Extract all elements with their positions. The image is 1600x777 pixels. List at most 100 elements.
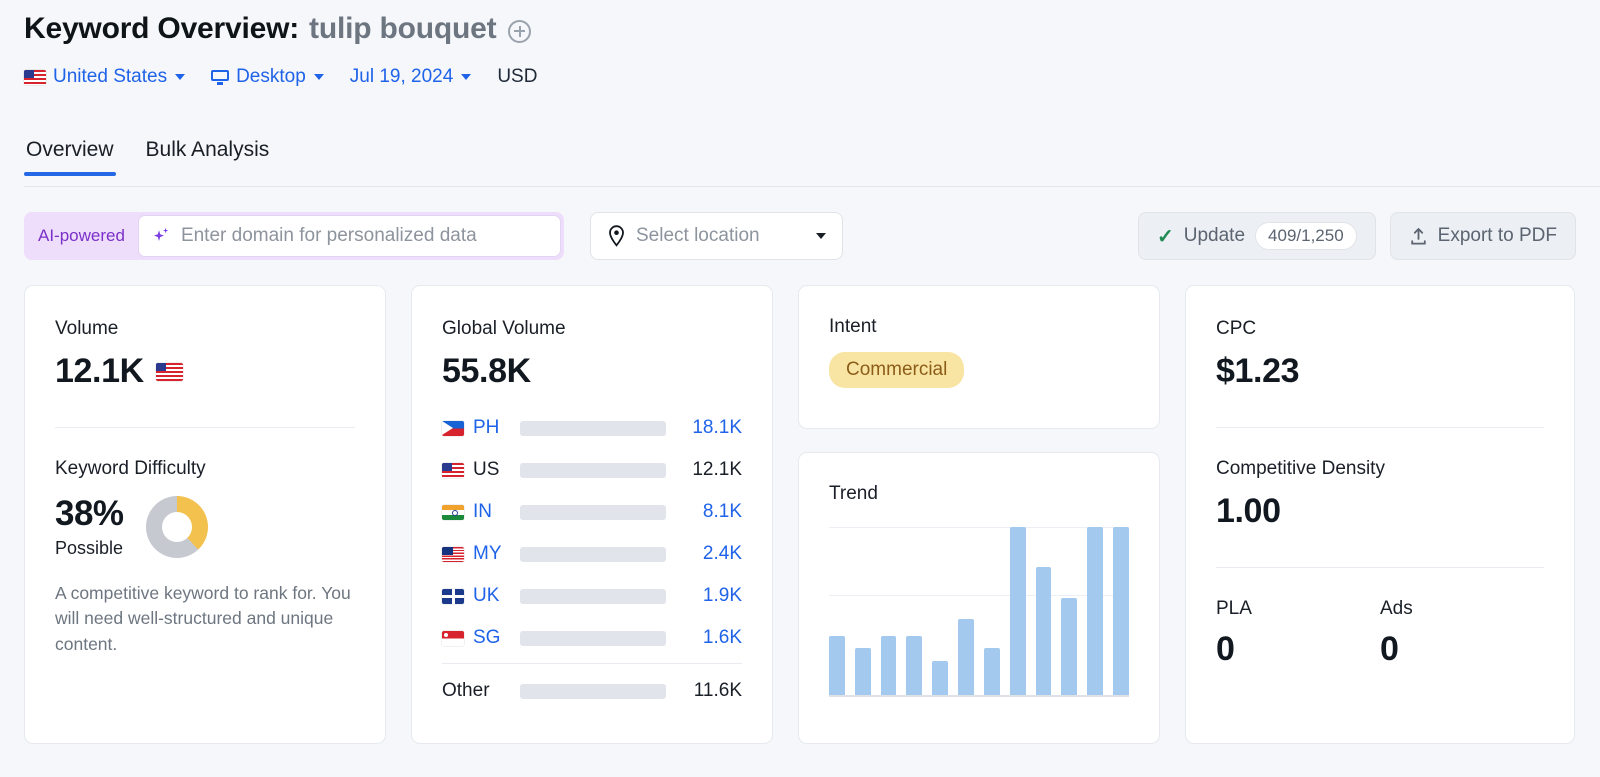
global-volume-row[interactable]: PH 18.1K: [442, 407, 742, 449]
country-value: 1.9K: [702, 585, 742, 606]
other-bar: [520, 683, 666, 699]
global-volume-country-list: PH 18.1K US 12.1K IN 8.1K MY 2.4K UK 1.9K SG 1.6K: [412, 391, 772, 659]
country-bar: [520, 462, 666, 478]
us-flag-icon: [155, 362, 183, 381]
trend-bar[interactable]: [854, 647, 871, 695]
currency-label: USD: [497, 66, 538, 87]
ads-value: 0: [1380, 630, 1399, 668]
tab-bulk-analysis[interactable]: Bulk Analysis: [144, 132, 272, 176]
country-code: UK: [473, 585, 500, 606]
cpc-value: $1.23: [1216, 352, 1300, 390]
device-selector[interactable]: Desktop: [211, 66, 324, 88]
us-flag-icon: [442, 462, 464, 478]
intent-label: Intent: [829, 316, 877, 337]
competitive-density-label: Competitive Density: [1216, 458, 1385, 479]
toolbar: AI-powered Enter domain for personalized…: [24, 212, 1576, 260]
tab-divider: [24, 186, 1600, 187]
domain-input-wrapper[interactable]: Enter domain for personalized data: [137, 215, 561, 257]
trend-bar[interactable]: [1009, 527, 1026, 695]
trend-bar-chart: [829, 527, 1129, 697]
toolbar-actions: ✓ Update 409/1,250 Export to PDF: [1137, 212, 1576, 260]
ai-powered-label: AI-powered: [38, 226, 125, 245]
keyword-overview-page: Keyword Overview: tulip bouquet United S…: [0, 0, 1600, 777]
chevron-down-icon: [816, 233, 826, 239]
keyword-difficulty-label: Keyword Difficulty: [55, 458, 206, 479]
cpc-card: CPC $1.23 Competitive Density 1.00 PLA 0…: [1185, 285, 1575, 744]
trend-bar[interactable]: [880, 636, 897, 695]
pla-value: 0: [1216, 630, 1235, 668]
check-icon: ✓: [1156, 225, 1174, 248]
sparkle-icon: [151, 226, 171, 246]
other-value: 11.6K: [693, 680, 742, 701]
cpc-label: CPC: [1216, 318, 1257, 339]
country-label: United States: [53, 66, 168, 87]
trend-bar[interactable]: [983, 647, 1000, 695]
global-volume-row[interactable]: UK 1.9K: [442, 575, 742, 617]
global-volume-row[interactable]: SG 1.6K: [442, 617, 742, 659]
page-title-keyword: tulip bouquet: [309, 12, 497, 45]
global-volume-label: Global Volume: [442, 318, 566, 339]
chevron-down-icon: [175, 74, 186, 80]
trend-bar[interactable]: [906, 636, 923, 695]
country-code: MY: [473, 543, 502, 564]
page-title-prefix: Keyword Overview:: [24, 12, 300, 45]
country-code: PH: [473, 417, 500, 438]
keyword-difficulty-description: A competitive keyword to rank for. You w…: [55, 583, 351, 654]
date-selector[interactable]: Jul 19, 2024: [350, 66, 472, 88]
global-volume-row[interactable]: US 12.1K: [442, 449, 742, 491]
global-volume-other-row: Other 11.6K: [442, 670, 742, 712]
country-bar: [520, 588, 666, 604]
other-label: Other: [442, 680, 490, 701]
keyword-difficulty-value: 38%: [55, 494, 124, 533]
country-selector[interactable]: United States: [24, 66, 186, 88]
trend-card: Trend: [798, 452, 1160, 744]
ads-metric: Ads 0: [1380, 598, 1544, 669]
global-volume-row[interactable]: MY 2.4K: [442, 533, 742, 575]
location-label: Select location: [636, 225, 760, 246]
us-flag-icon: [24, 69, 46, 85]
country-code: US: [473, 459, 500, 480]
location-selector[interactable]: Select location: [590, 212, 843, 260]
update-label: Update: [1183, 225, 1246, 246]
my-flag-icon: [442, 546, 464, 562]
country-code: IN: [473, 501, 492, 522]
trend-bar[interactable]: [1113, 527, 1129, 695]
trend-label: Trend: [829, 483, 878, 504]
country-value: 2.4K: [702, 543, 742, 564]
trend-bar[interactable]: [829, 636, 845, 695]
ads-label: Ads: [1380, 598, 1413, 619]
plus-circle-icon[interactable]: [508, 19, 532, 43]
trend-bar[interactable]: [1061, 597, 1078, 695]
date-label: Jul 19, 2024: [349, 66, 454, 87]
trend-bar[interactable]: [1035, 567, 1052, 695]
volume-label: Volume: [55, 318, 119, 339]
domain-input-placeholder: Enter domain for personalized data: [180, 225, 477, 246]
update-count-badge: 409/1,250: [1255, 222, 1357, 250]
uk-flag-icon: [442, 588, 464, 604]
global-volume-row[interactable]: IN 8.1K: [442, 491, 742, 533]
device-label: Desktop: [236, 66, 306, 87]
country-value: 1.6K: [702, 627, 742, 648]
trend-bar[interactable]: [1087, 527, 1104, 695]
upload-icon: [1409, 227, 1428, 246]
in-flag-icon: [442, 504, 464, 520]
ph-flag-icon: [442, 420, 464, 436]
volume-value: 12.1K: [55, 352, 144, 390]
country-code: SG: [473, 627, 501, 648]
intent-card: Intent Commercial: [798, 285, 1160, 429]
global-volume-card: Global Volume 55.8K PH 18.1K US 12.1K IN 8.1K…: [411, 285, 773, 744]
volume-card: Volume 12.1K Keyword Difficulty 38% Poss…: [24, 285, 386, 744]
export-pdf-button[interactable]: Export to PDF: [1389, 212, 1576, 260]
trend-bar[interactable]: [958, 619, 974, 695]
keyword-difficulty-donut-chart: [145, 495, 208, 558]
country-bar: [520, 546, 666, 562]
tab-overview[interactable]: Overview: [24, 132, 116, 176]
global-volume-value: 55.8K: [442, 352, 531, 390]
trend-bar[interactable]: [932, 661, 949, 695]
country-value: 18.1K: [692, 417, 742, 438]
chevron-down-icon: [313, 74, 324, 80]
intent-badge: Commercial: [829, 352, 965, 388]
chart-baseline: [829, 695, 1129, 697]
pla-metric: PLA 0: [1216, 598, 1380, 669]
update-button[interactable]: ✓ Update 409/1,250: [1137, 212, 1376, 260]
